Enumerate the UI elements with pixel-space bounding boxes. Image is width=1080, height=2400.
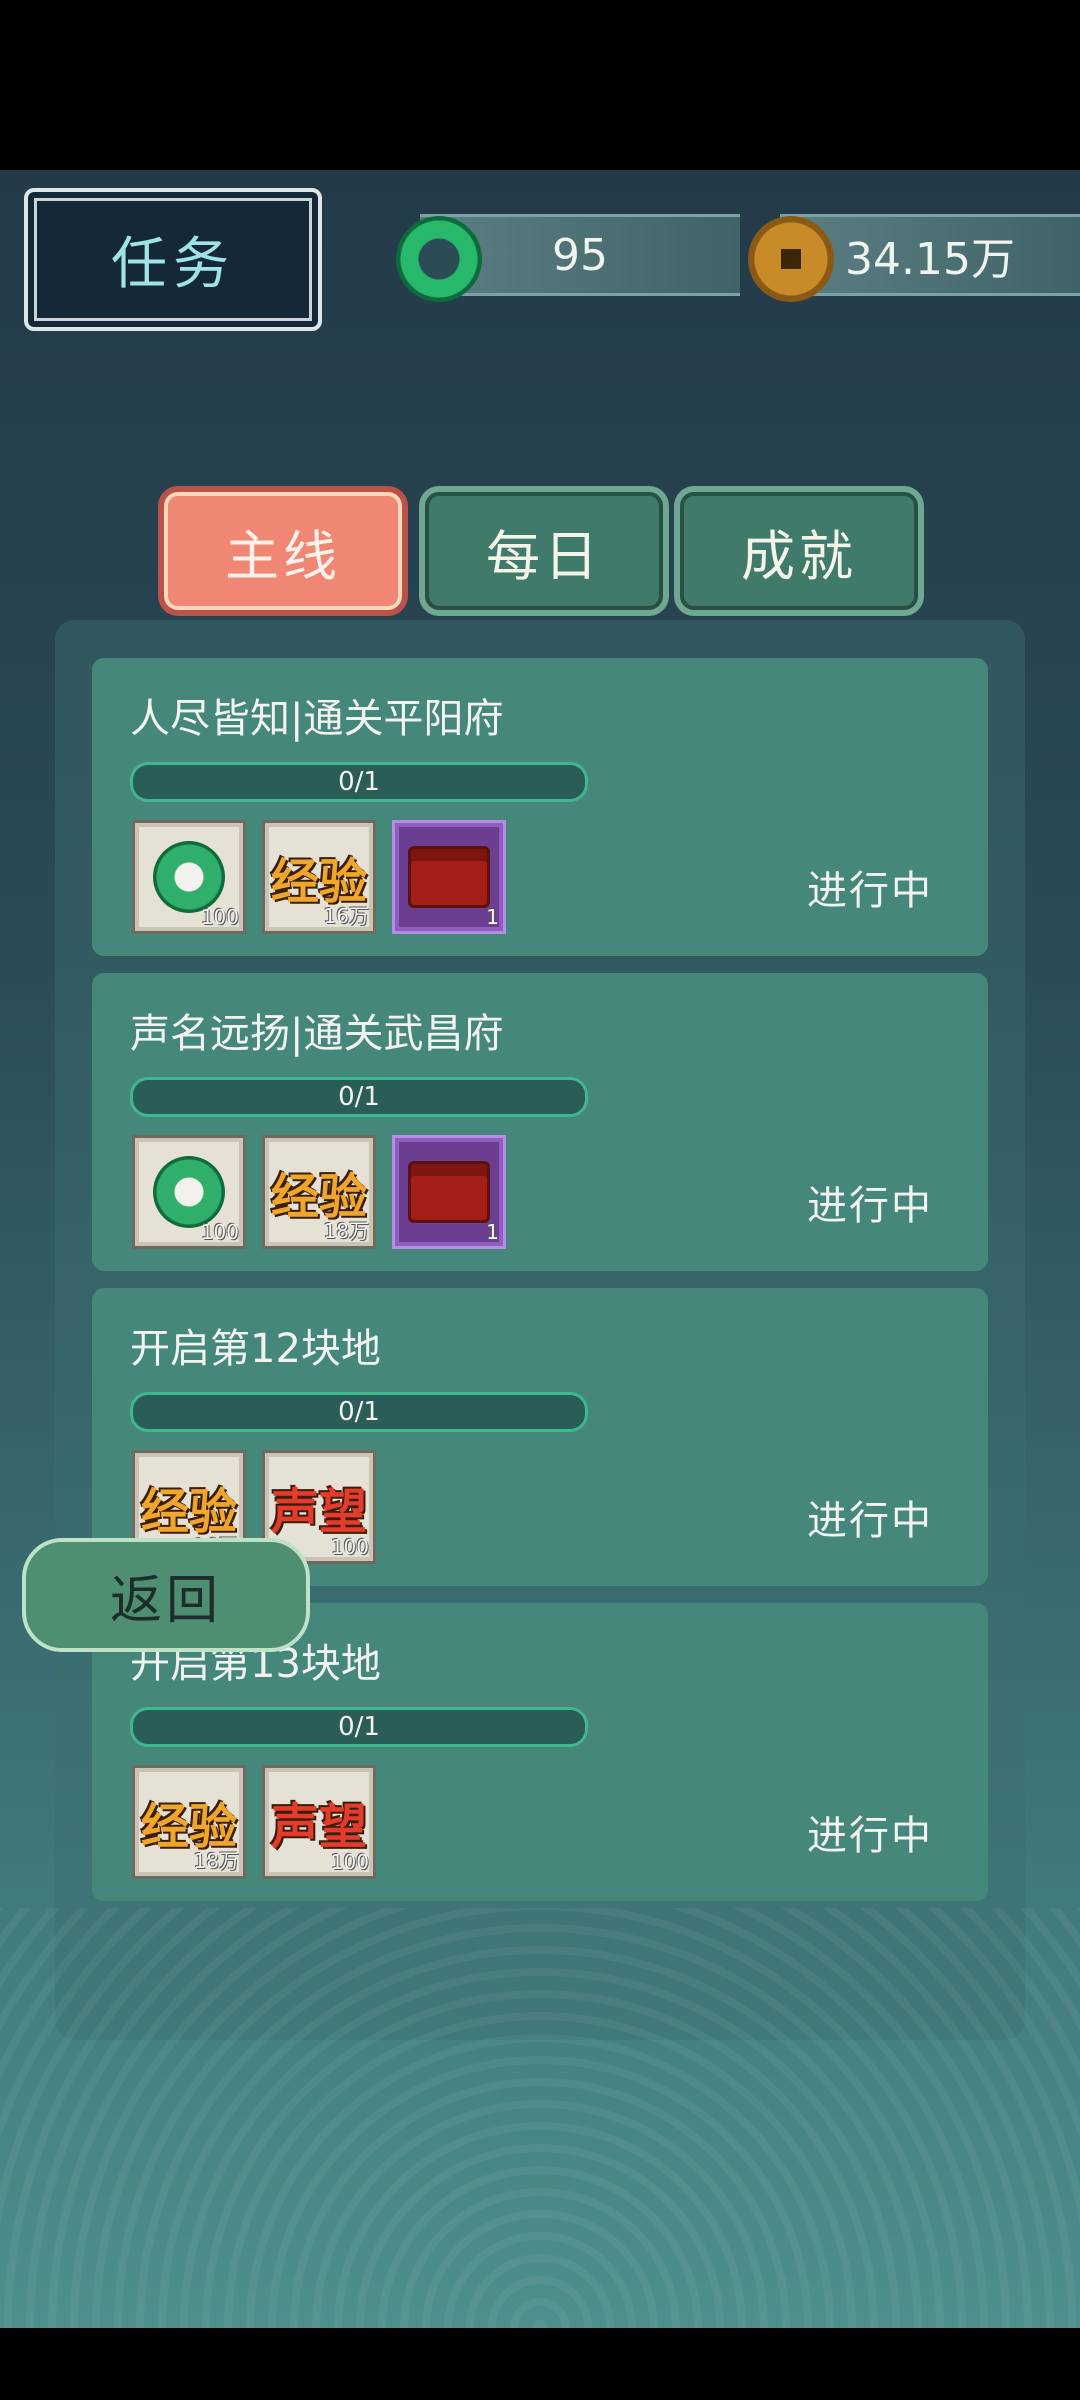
- reward-qty: 100: [200, 1220, 239, 1244]
- tab-achievement[interactable]: 成就: [680, 492, 918, 610]
- quest-progress-bar: 0/1: [130, 762, 588, 802]
- tab-daily[interactable]: 每日: [425, 492, 663, 610]
- reward-qty: 18万: [323, 1219, 369, 1243]
- quest-rewards: 100 经验 18万 1: [132, 1135, 506, 1249]
- coin-amount: 34.15万: [845, 234, 1015, 285]
- reputation-icon: 声望: [270, 1484, 367, 1540]
- chest-icon: [408, 1161, 490, 1223]
- quest-tabs: 主线 每日 成就: [0, 492, 1080, 612]
- back-button[interactable]: 返回: [22, 1538, 310, 1652]
- quest-title: 声名远扬|通关武昌府: [130, 1011, 504, 1057]
- jade-icon: [153, 841, 225, 913]
- chest-icon: [408, 846, 490, 908]
- game-screen: 任务 95 34.15万 主线 每日 成就 人尽皆知|通关平阳府 0/1 100…: [0, 170, 1080, 2328]
- quest-status: 进行中: [807, 1498, 933, 1544]
- quest-status: 进行中: [807, 1813, 933, 1859]
- reward-qty: 16万: [323, 904, 369, 928]
- reward-exp[interactable]: 经验 18万: [262, 1135, 376, 1249]
- quest-card: 声名远扬|通关武昌府 0/1 100 经验 18万 1 进行中: [92, 973, 988, 1271]
- reputation-icon: 声望: [270, 1799, 367, 1855]
- reward-exp[interactable]: 经验 18万: [132, 1765, 246, 1879]
- quest-progress-bar: 0/1: [130, 1392, 588, 1432]
- jade-icon: [396, 216, 482, 302]
- jade-icon: [153, 1156, 225, 1228]
- reward-qty: 1: [486, 905, 499, 929]
- page-title-frame: 任务: [24, 188, 322, 331]
- quest-rewards: 经验 18万 声望 100: [132, 1765, 376, 1879]
- quest-status: 进行中: [807, 868, 933, 914]
- reward-chest[interactable]: 1: [392, 820, 506, 934]
- reward-jade[interactable]: 100: [132, 1135, 246, 1249]
- reward-chest[interactable]: 1: [392, 1135, 506, 1249]
- reward-exp[interactable]: 经验 16万: [262, 820, 376, 934]
- quest-status: 进行中: [807, 1183, 933, 1229]
- reward-qty: 100: [330, 1535, 369, 1559]
- tab-main[interactable]: 主线: [164, 492, 402, 610]
- reward-jade[interactable]: 100: [132, 820, 246, 934]
- quest-rewards: 100 经验 16万 1: [132, 820, 506, 934]
- quest-title: 人尽皆知|通关平阳府: [130, 696, 504, 742]
- reward-qty: 100: [330, 1850, 369, 1874]
- quest-title: 开启第12块地: [130, 1326, 381, 1372]
- reward-reputation[interactable]: 声望 100: [262, 1765, 376, 1879]
- quest-card: 人尽皆知|通关平阳府 0/1 100 经验 16万 1 进行中: [92, 658, 988, 956]
- reward-qty: 18万: [193, 1849, 239, 1873]
- quest-progress-bar: 0/1: [130, 1077, 588, 1117]
- reward-qty: 100: [200, 905, 239, 929]
- coin-icon: [748, 216, 834, 302]
- reward-qty: 1: [486, 1220, 499, 1244]
- quest-progress-bar: 0/1: [130, 1707, 588, 1747]
- page-title: 任务: [111, 232, 235, 297]
- jade-amount: 95: [552, 229, 608, 281]
